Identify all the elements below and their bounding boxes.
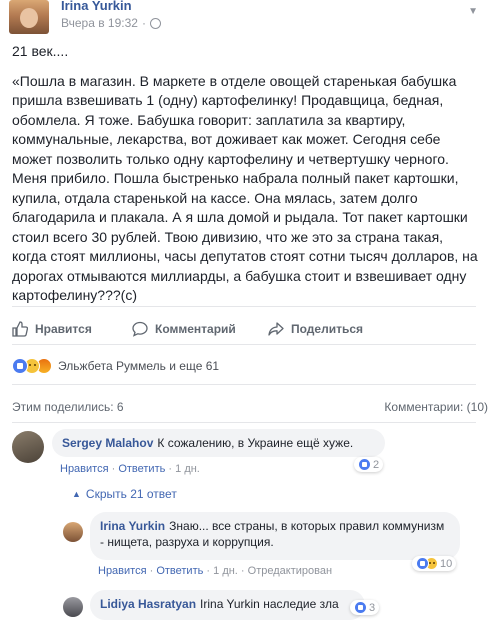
- comment-reactions[interactable]: 2: [354, 457, 384, 472]
- like-reaction-icon: [358, 458, 371, 471]
- thumbs-up-icon: [12, 321, 28, 337]
- divider: [12, 344, 476, 345]
- divider: [12, 384, 476, 385]
- reply-author[interactable]: Lidiya Hasratyan: [100, 597, 196, 611]
- reaction-count: 10: [440, 557, 453, 570]
- comments-count[interactable]: Комментарии: (10): [384, 400, 488, 414]
- reply-avatar[interactable]: [63, 522, 83, 542]
- reply-bubble: Lidiya Hasratyan Irina Yurkin наследие зл…: [90, 590, 365, 620]
- reaction-count: 2: [373, 458, 380, 471]
- hide-replies-label: Скрыть 21 ответ: [85, 487, 177, 501]
- reply-reply-link[interactable]: Ответить: [156, 565, 203, 577]
- divider: [12, 306, 476, 307]
- reaction-count: 3: [369, 601, 376, 614]
- reply-reactions[interactable]: 3: [350, 600, 380, 615]
- reaction-names[interactable]: Эльжбета Руммель и еще 61: [58, 359, 219, 373]
- comment-like-link[interactable]: Нравится: [60, 463, 109, 475]
- reply-author[interactable]: Irina Yurkin: [100, 519, 165, 533]
- post-body: 21 век.... «Пошла в магазин. В маркете в…: [12, 42, 478, 316]
- chevron-down-icon[interactable]: ▼: [468, 6, 478, 17]
- reply-text: Irina Yurkin наследие зла: [200, 597, 339, 611]
- comment-icon: [132, 321, 148, 337]
- post-intro: 21 век....: [12, 43, 69, 59]
- post-author-name[interactable]: Irina Yurkin: [61, 0, 132, 13]
- comment-links: Нравится · Ответить · 1 дн.: [60, 463, 200, 475]
- reply-bubble: Irina Yurkin Знаю... все страны, в которы…: [90, 512, 460, 560]
- globe-icon: [149, 17, 161, 29]
- stats-row: Этим поделились: 6 Комментарии: (10): [12, 400, 488, 414]
- reply-reactions[interactable]: 10: [412, 556, 457, 571]
- post-timestamp[interactable]: Вчера в 19:32: [61, 16, 138, 30]
- comment-time[interactable]: 1 дн.: [175, 463, 200, 475]
- like-button[interactable]: Нравится: [12, 316, 132, 342]
- author-avatar[interactable]: [9, 0, 49, 34]
- comment-text: К сожалению, в Украине ещё хуже.: [157, 436, 354, 450]
- post-meta: Вчера в 19:32 ·: [61, 16, 161, 30]
- like-reaction-icon: [354, 601, 367, 614]
- like-label: Нравится: [35, 322, 92, 336]
- comment-author[interactable]: Sergey Malahov: [62, 436, 153, 450]
- like-reaction-icon: [12, 358, 28, 374]
- hide-replies-link[interactable]: ▲ Скрыть 21 ответ: [72, 487, 177, 501]
- comment-label: Комментарий: [155, 322, 236, 336]
- edited-label[interactable]: Отредактирован: [248, 565, 332, 577]
- post-action-bar: Нравится Комментарий Поделиться: [12, 316, 478, 342]
- like-reaction-icon: [416, 557, 429, 570]
- comment-bubble: Sergey Malahov К сожалению, в Украине ещё…: [52, 429, 385, 457]
- divider: [12, 422, 476, 423]
- comment-button[interactable]: Комментарий: [132, 316, 268, 342]
- share-button[interactable]: Поделиться: [268, 316, 363, 342]
- reply-links: Нравится · Ответить · 1 дн. · Отредактир…: [98, 565, 333, 577]
- share-icon: [268, 322, 284, 336]
- shares-count[interactable]: Этим поделились: 6: [12, 400, 124, 414]
- comment-reply-link[interactable]: Ответить: [118, 463, 165, 475]
- reply-time[interactable]: 1 дн.: [213, 565, 238, 577]
- reply-like-link[interactable]: Нравится: [98, 565, 147, 577]
- share-label: Поделиться: [291, 322, 364, 336]
- chevron-up-icon: ▲: [72, 489, 81, 499]
- post-main-text: «Пошла в магазин. В маркете в отделе ово…: [12, 72, 478, 304]
- reactions-summary[interactable]: Эльжбета Руммель и еще 61: [12, 358, 219, 374]
- commenter-avatar[interactable]: [12, 431, 44, 463]
- reply-avatar[interactable]: [63, 597, 83, 617]
